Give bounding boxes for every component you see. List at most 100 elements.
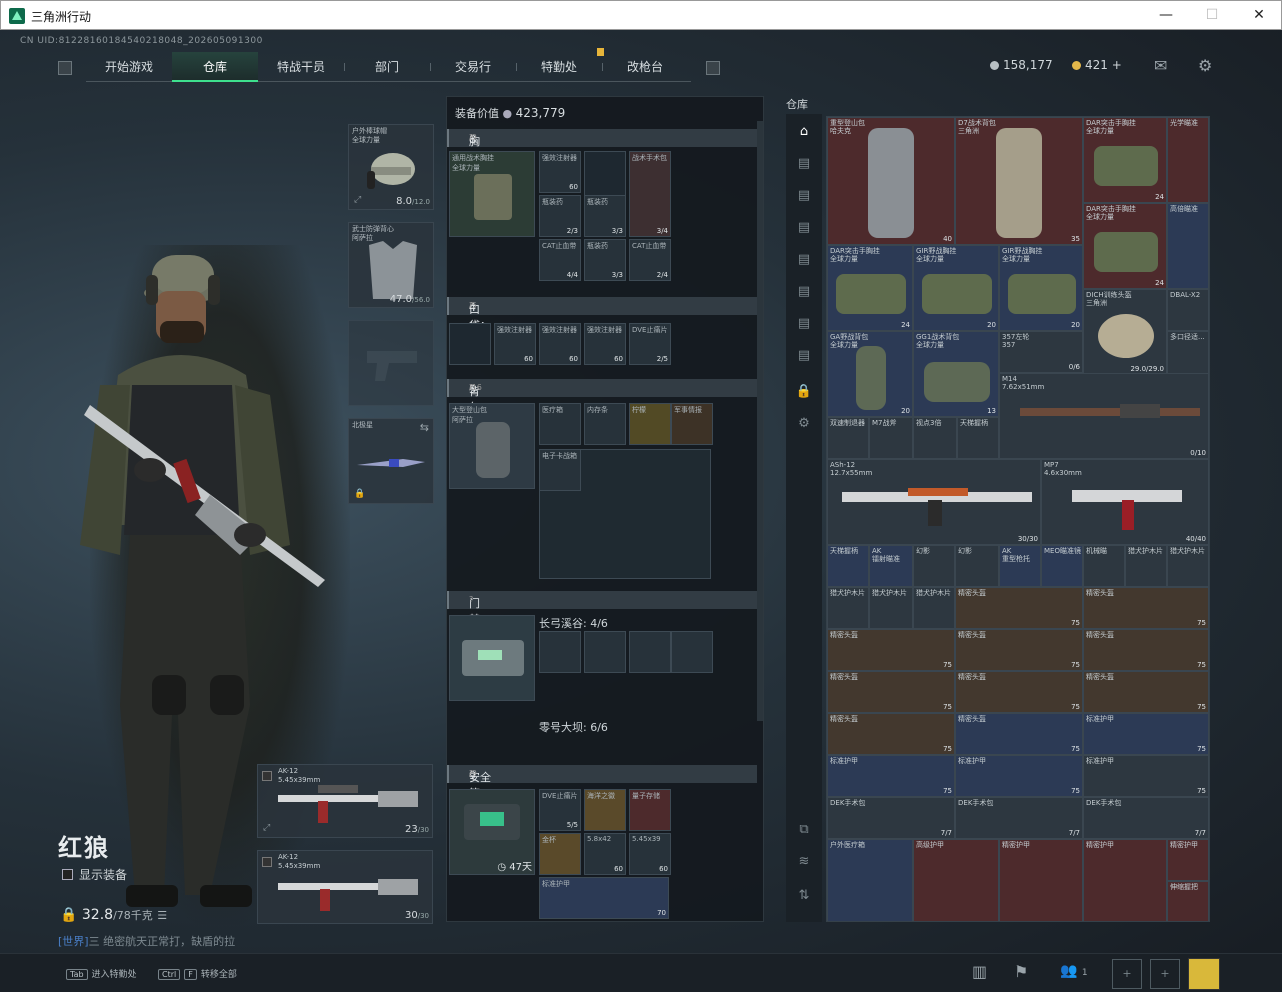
stash-item[interactable]: GIR野战胸挂 全球力量 20 [913, 245, 999, 331]
stash-item[interactable]: 精密护甲 [1083, 839, 1167, 921]
stash-item[interactable]: MP7 4.6x30mm 40/40 [1041, 459, 1209, 545]
weight-detail-icon[interactable]: ☰ [157, 909, 167, 922]
keycard-case[interactable] [449, 615, 535, 701]
stash-item[interactable]: MEO瞄准镜 [1041, 545, 1083, 587]
pistol-slot[interactable] [348, 320, 434, 406]
stash-filter-icon[interactable]: ▤ [794, 218, 814, 238]
stash-item[interactable]: 标准护甲 75 [827, 755, 955, 797]
stash-item[interactable]: DAR突击手胸挂 全球力量 24 [1083, 117, 1167, 203]
stash-item[interactable]: ASh-12 12.7x55mm 30/30 [827, 459, 1041, 545]
stash-item[interactable]: 357左轮 357 0/6 [999, 331, 1083, 373]
stash-item[interactable]: 精密头盔 75 [955, 713, 1083, 755]
mail-icon[interactable]: ✉ [1154, 56, 1167, 75]
stash-item[interactable]: 双速制退器 [827, 417, 869, 459]
stash-item[interactable]: DAR突击手胸挂 全球力量 24 [827, 245, 913, 331]
stash-item[interactable]: 幻影 [913, 545, 955, 587]
show-equipment-toggle[interactable]: 显示装备 [62, 866, 127, 883]
safe-item[interactable]: 5.8x42 60 [584, 833, 626, 875]
stash-item[interactable]: GA野战背包 全球力量 20 [827, 331, 913, 417]
tab-start-game[interactable]: 开始游戏 [86, 52, 172, 82]
stash-filter-icon[interactable]: ▤ [794, 282, 814, 302]
backpack-item[interactable]: 内存条 [584, 403, 626, 445]
stash-item[interactable]: 精密护甲 [1167, 839, 1209, 881]
helmet-slot[interactable]: 户外棒球帽 全球力量 ⤢ 8.0/12.0 [348, 124, 434, 210]
stash-item[interactable]: AK 重型枪托 [999, 545, 1041, 587]
stash-item[interactable]: 精密头盔 75 [955, 587, 1083, 629]
armor-slot[interactable]: 武士防弹背心 阿萨拉 47.0/56.0 [348, 222, 434, 308]
stash-item[interactable]: 猎犬护木片 [869, 587, 913, 629]
backpack-item[interactable]: 大型登山包 阿萨拉 [449, 403, 535, 489]
stash-item[interactable]: 标准护甲 75 [1083, 713, 1209, 755]
minimize-button[interactable]: — [1151, 5, 1181, 25]
tab-gunsmith[interactable]: 改枪台 [602, 52, 688, 82]
party-icon[interactable]: 👥 1 [1060, 963, 1088, 979]
safe-box[interactable]: ◷ 47天 [449, 789, 535, 875]
stash-item[interactable]: DEK手术包 7/7 [827, 797, 955, 839]
stash-filter-icon[interactable]: ▤ [794, 314, 814, 334]
stash-item[interactable]: 精密头盔 75 [827, 671, 955, 713]
stash-grid[interactable]: 重型登山包 哈夫克 40 D7战术背包 三角洲 35 DAR突击手胸挂 全球力量 24… [826, 116, 1210, 922]
chest-item[interactable]: 瓶装药 3/3 [584, 239, 626, 281]
pocket-item[interactable]: 强效注射器 60 [494, 323, 536, 365]
stash-item[interactable]: M7战斧 [869, 417, 913, 459]
stats-icon[interactable]: ▥ [972, 962, 987, 981]
stash-item[interactable]: 伸缩握把 [1167, 881, 1209, 921]
loadout-scrollbar[interactable] [757, 121, 763, 721]
stash-item[interactable]: 光学瞄准 [1167, 117, 1209, 203]
chest-item[interactable]: 战术手术包 3/4 [629, 151, 671, 237]
keycard-item[interactable] [539, 631, 581, 673]
maximize-button[interactable]: ☐ [1197, 5, 1227, 25]
enter-special-ops-hint[interactable]: Tab 进入特勤处 [66, 967, 137, 980]
stash-item[interactable]: 精密头盔 75 [1083, 671, 1209, 713]
stash-item[interactable]: GIR野战胸挂 全球力量 20 [999, 245, 1083, 331]
melee-slot[interactable]: 北极星 ⇆ 🔒 [348, 418, 434, 504]
tab-operators[interactable]: 特战干员 [258, 52, 344, 82]
pocket-item[interactable]: DVE止痛片 2/5 [629, 323, 671, 365]
stash-item[interactable]: 重型登山包 哈夫克 40 [827, 117, 955, 245]
close-button[interactable]: ✕ [1244, 5, 1274, 25]
chest-item[interactable]: CAT止血带 2/4 [629, 239, 671, 281]
weapon2-checkbox[interactable] [262, 857, 272, 867]
stash-item[interactable]: GG1战术背包 全球力量 13 [913, 331, 999, 417]
safe-item[interactable]: 海洋之徽 [584, 789, 626, 831]
stash-item[interactable]: D7战术背包 三角洲 35 [955, 117, 1083, 245]
stash-expand-icon[interactable]: ⧉ [794, 820, 814, 840]
stash-item[interactable]: 高级护甲 [913, 839, 999, 921]
primary-weapon-slot[interactable]: AK-12 5.45x39mm ⤢ 23/30 [257, 764, 433, 838]
stash-item[interactable]: DEK手术包 7/7 [1083, 797, 1209, 839]
stash-item[interactable]: DAR突击手胸挂 全球力量 24 [1083, 203, 1167, 289]
stash-item[interactable]: 精密护甲 [999, 839, 1083, 921]
safe-item[interactable]: 量子存储 [629, 789, 671, 831]
tab-warehouse[interactable]: 仓库 [172, 52, 258, 82]
stash-filter-icon[interactable]: ▤ [794, 186, 814, 206]
stash-item[interactable]: 幻影 [955, 545, 999, 587]
chest-item[interactable]: 瓶装药 2/3 [539, 195, 581, 237]
stash-item[interactable]: 标准护甲 75 [955, 755, 1083, 797]
show-equipment-checkbox[interactable] [62, 869, 73, 880]
backpack-item[interactable]: 医疗箱 [539, 403, 581, 445]
secondary-weapon-slot[interactable]: AK-12 5.45x39mm 30/30 [257, 850, 433, 924]
stash-item[interactable]: 机械瞄 [1083, 545, 1125, 587]
stash-item[interactable]: 精密头盔 75 [1083, 587, 1209, 629]
chest-item[interactable]: 强效注射器 60 [539, 151, 581, 193]
swap-icon[interactable]: ⇆ [420, 421, 429, 434]
lock-icon[interactable]: 🔒 [794, 382, 814, 402]
stash-item[interactable]: DEK手术包 7/7 [955, 797, 1083, 839]
stash-filter-icon[interactable]: ▤ [794, 250, 814, 270]
keycard-item[interactable] [584, 631, 626, 673]
stash-item[interactable]: 精密头盔 75 [827, 629, 955, 671]
keycard-item[interactable] [671, 631, 713, 673]
stash-item[interactable]: 精密头盔 75 [955, 629, 1083, 671]
sort-icon[interactable]: ⇅ [794, 886, 814, 906]
player-avatar[interactable] [1188, 958, 1220, 990]
chest-item[interactable]: CAT止血带 4/4 [539, 239, 581, 281]
stash-item[interactable]: 多口径适... [1167, 331, 1209, 375]
flag-icon[interactable]: ⚑ [1014, 962, 1028, 981]
stash-filter-icon[interactable]: ▤ [794, 346, 814, 366]
stash-item[interactable]: 标准护甲 75 [1083, 755, 1209, 797]
backpack-item[interactable]: 电子卡战箱 [539, 449, 581, 491]
stash-item[interactable]: 户外医疗箱 [827, 839, 913, 921]
safe-item[interactable]: 金杯 [539, 833, 581, 875]
weapon1-checkbox[interactable] [262, 771, 272, 781]
nav-next-icon[interactable] [706, 61, 720, 75]
